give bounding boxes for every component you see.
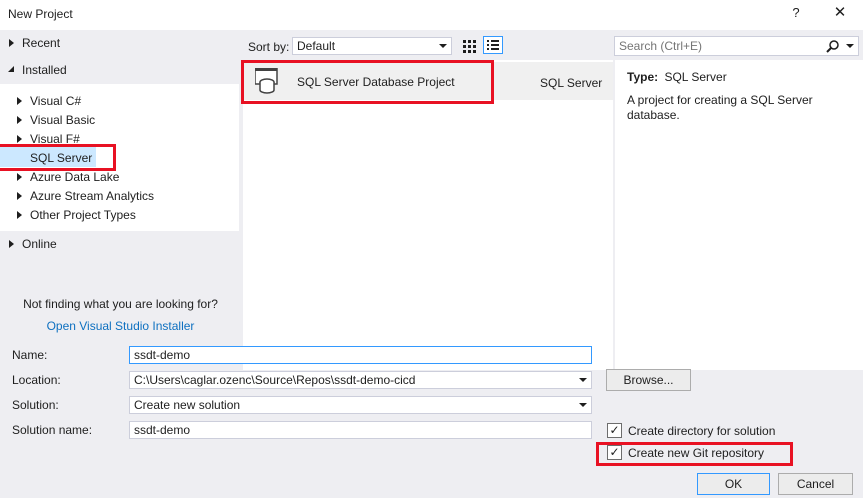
close-button[interactable]: ✕ xyxy=(831,5,849,23)
location-label: Location: xyxy=(12,373,61,387)
expand-arrow-icon xyxy=(17,97,22,105)
dialog-body: Recent Installed Visual C# Visual Basic … xyxy=(0,30,863,498)
solution-name-value: ssdt-demo xyxy=(134,423,191,437)
solution-label: Solution: xyxy=(12,398,59,412)
tree-item-label: Recent xyxy=(22,36,61,50)
chevron-down-icon xyxy=(579,403,587,407)
ok-button[interactable]: OK xyxy=(697,473,770,495)
search-icon[interactable] xyxy=(826,39,840,56)
name-label: Name: xyxy=(12,348,48,362)
help-button[interactable]: ? xyxy=(788,5,804,23)
cancel-button[interactable]: Cancel xyxy=(778,473,853,495)
tree-item-label: Online xyxy=(22,237,57,251)
location-dropdown[interactable]: C:\Users\caglar.ozenc\Source\Repos\ssdt-… xyxy=(129,371,592,389)
solution-dropdown[interactable]: Create new solution xyxy=(129,396,592,414)
type-label: Type: xyxy=(627,70,659,84)
tree-item-label: SQL Server xyxy=(30,151,93,165)
template-info-pane: Type: SQL Server A project for creating … xyxy=(615,60,863,370)
search-box[interactable] xyxy=(614,36,859,56)
grid-view-icon xyxy=(463,40,476,53)
window-title: New Project xyxy=(8,7,73,21)
tree-item-label: Visual C# xyxy=(30,94,82,108)
expand-arrow-icon xyxy=(9,240,14,248)
grid-view-button[interactable] xyxy=(459,37,479,55)
installed-list: Visual C# Visual Basic Visual F# SQL Ser… xyxy=(0,84,239,231)
name-value: ssdt-demo xyxy=(134,348,191,362)
template-name: SQL Server Database Project xyxy=(297,75,455,89)
tree-item-label: Azure Data Lake xyxy=(30,170,120,184)
solution-name-label: Solution name: xyxy=(12,423,93,437)
solution-value: Create new solution xyxy=(134,398,241,412)
search-input[interactable] xyxy=(619,38,819,54)
open-installer-link[interactable]: Open Visual Studio Installer xyxy=(0,319,241,333)
sort-by-dropdown[interactable]: Default xyxy=(292,37,452,55)
expand-arrow-icon xyxy=(17,116,22,124)
name-field[interactable]: ssdt-demo xyxy=(129,346,592,364)
type-value: SQL Server xyxy=(664,70,727,84)
create-git-repo-label: Create new Git repository xyxy=(628,446,765,460)
list-view-icon xyxy=(487,40,499,50)
tree-item-label: Visual Basic xyxy=(30,113,96,127)
sort-by-value: Default xyxy=(297,39,336,53)
expand-arrow-icon xyxy=(9,39,14,47)
browse-button[interactable]: Browse... xyxy=(606,369,691,391)
expand-arrow-icon xyxy=(17,135,22,143)
list-view-button[interactable] xyxy=(483,36,503,54)
create-directory-checkbox[interactable]: ✓ xyxy=(607,423,622,438)
expand-arrow-icon xyxy=(17,192,22,200)
not-finding-hint: Not finding what you are looking for? xyxy=(23,297,218,311)
template-list: SQL Server Database Project SQL Server xyxy=(243,60,613,370)
create-directory-label: Create directory for solution xyxy=(628,424,776,438)
title-bar: New Project ? ✕ xyxy=(0,0,863,30)
tree-item-label: Azure Stream Analytics xyxy=(30,189,155,203)
template-description: A project for creating a SQL Server data… xyxy=(627,93,813,122)
sort-by-label: Sort by: xyxy=(248,40,290,54)
template-item-sql-server-database-project[interactable]: SQL Server Database Project SQL Server xyxy=(243,62,613,100)
tree-item-label: Installed xyxy=(22,63,67,77)
location-value: C:\Users\caglar.ozenc\Source\Repos\ssdt-… xyxy=(134,373,416,387)
tree-item-label: Visual F# xyxy=(30,132,80,146)
chevron-down-icon xyxy=(579,378,587,382)
collapse-arrow-icon xyxy=(8,66,14,72)
template-type: Type: SQL Server xyxy=(627,70,727,84)
search-options-chevron-icon[interactable] xyxy=(846,44,854,48)
database-project-icon xyxy=(255,68,278,94)
template-language: SQL Server xyxy=(540,76,603,90)
chevron-down-icon xyxy=(439,44,447,48)
solution-name-field[interactable]: ssdt-demo xyxy=(129,421,592,439)
expand-arrow-icon xyxy=(17,211,22,219)
create-git-repo-checkbox[interactable]: ✓ xyxy=(607,445,622,460)
expand-arrow-icon xyxy=(17,173,22,181)
tree-item-label: Other Project Types xyxy=(30,208,136,222)
